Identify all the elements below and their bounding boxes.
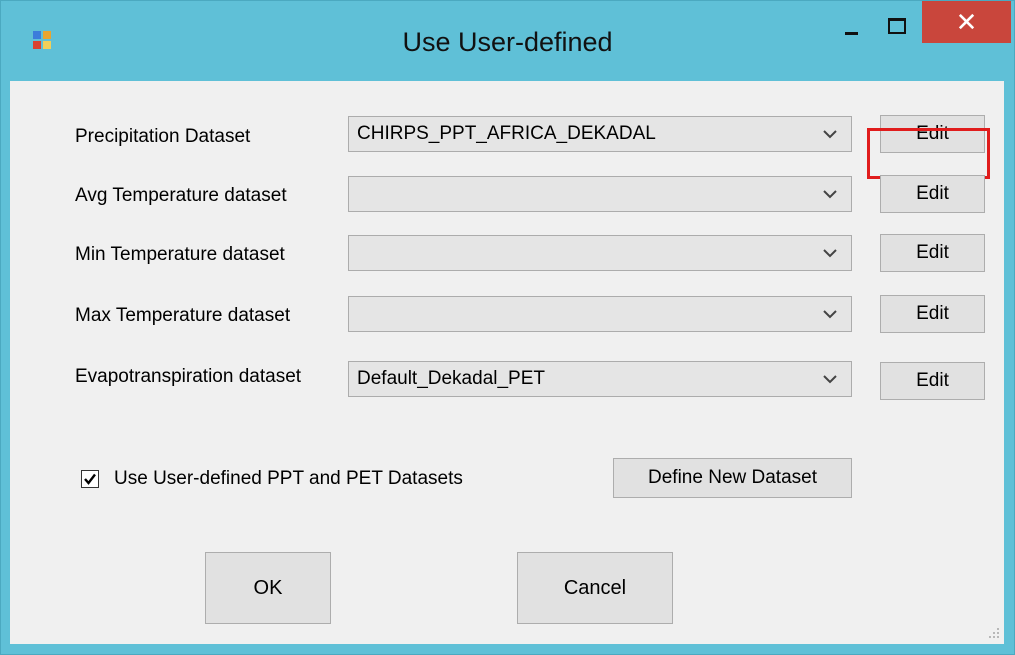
evapotranspiration-dataset-value: Default_Dekadal_PET: [357, 368, 545, 389]
dialog-window: Use User-defined ✕ Precipitation Dataset…: [0, 0, 1015, 655]
close-button[interactable]: ✕: [922, 1, 1011, 43]
use-user-defined-checkbox[interactable]: [81, 470, 99, 488]
highlight-box: [867, 128, 990, 179]
edit-max-temperature-button[interactable]: Edit: [880, 295, 985, 333]
chevron-down-icon: [823, 249, 837, 258]
precipitation-dataset-value: CHIRPS_PPT_AFRICA_DEKADAL: [357, 123, 656, 144]
chevron-down-icon: [823, 190, 837, 199]
chevron-down-icon: [823, 130, 837, 139]
maximize-icon: [888, 18, 906, 34]
define-new-dataset-button[interactable]: Define New Dataset: [613, 458, 852, 498]
edit-evapotranspiration-button[interactable]: Edit: [880, 362, 985, 400]
precipitation-dataset-combo[interactable]: CHIRPS_PPT_AFRICA_DEKADAL: [348, 116, 852, 152]
edit-avg-temperature-button[interactable]: Edit: [880, 175, 985, 213]
resize-grip[interactable]: [988, 628, 1000, 640]
cancel-button[interactable]: Cancel: [517, 552, 673, 624]
min-temperature-dataset-combo[interactable]: [348, 235, 852, 271]
checkmark-icon: [84, 473, 96, 485]
evapotranspiration-dataset-combo[interactable]: Default_Dekadal_PET: [348, 361, 852, 397]
avg-temperature-dataset-combo[interactable]: [348, 176, 852, 212]
minimize-button[interactable]: [829, 4, 875, 44]
minimize-icon: [845, 32, 858, 35]
chevron-down-icon: [823, 310, 837, 319]
close-icon: ✕: [955, 7, 978, 37]
max-temperature-dataset-combo[interactable]: [348, 296, 852, 332]
avg-temperature-dataset-label: Avg Temperature dataset: [75, 185, 287, 206]
use-user-defined-label[interactable]: Use User-defined PPT and PET Datasets: [114, 468, 463, 490]
edit-min-temperature-button[interactable]: Edit: [880, 234, 985, 272]
title-bar[interactable]: Use User-defined ✕: [1, 1, 1014, 81]
ok-button[interactable]: OK: [205, 552, 331, 624]
maximize-button[interactable]: [875, 4, 921, 44]
max-temperature-dataset-label: Max Temperature dataset: [75, 305, 291, 326]
precipitation-dataset-label: Precipitation Dataset: [75, 126, 251, 147]
chevron-down-icon: [823, 375, 837, 384]
evapotranspiration-dataset-label: Evapotranspiration dataset: [75, 366, 302, 387]
min-temperature-dataset-label: Min Temperature dataset: [75, 244, 285, 265]
dialog-content: Precipitation Dataset CHIRPS_PPT_AFRICA_…: [10, 81, 1004, 644]
